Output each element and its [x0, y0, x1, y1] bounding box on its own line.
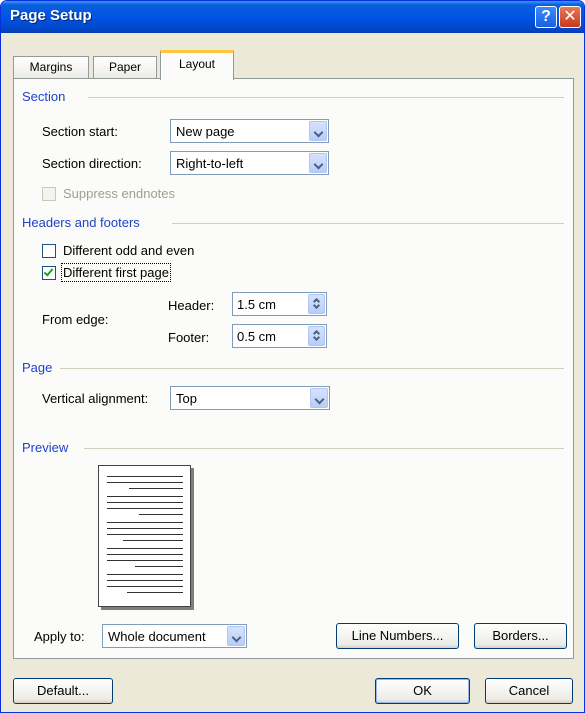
footer-distance-spinner[interactable]: 0.5 cm — [232, 324, 327, 348]
borders-button[interactable]: Borders... — [474, 623, 567, 649]
headers-footers-heading: Headers and footers — [22, 215, 140, 230]
headers-footers-divider — [172, 223, 564, 224]
vertical-alignment-dropdown[interactable]: Top — [170, 386, 330, 410]
tab-paper[interactable]: Paper — [93, 56, 157, 79]
section-start-label: Section start: — [42, 124, 118, 139]
layout-tab-panel: Section Section start: New page Section … — [13, 78, 574, 659]
apply-to-value: Whole document — [108, 629, 206, 644]
page-preview-thumbnail — [98, 465, 191, 607]
suppress-endnotes-label: Suppress endnotes — [63, 186, 176, 201]
apply-to-label: Apply to: — [34, 629, 85, 644]
title-bar[interactable]: Page Setup ? ✕ — [1, 1, 584, 33]
suppress-endnotes-checkbox[interactable] — [42, 187, 56, 201]
cancel-button[interactable]: Cancel — [485, 678, 573, 704]
chevron-down-icon[interactable] — [309, 121, 327, 141]
vertical-alignment-value: Top — [176, 391, 197, 406]
page-setup-dialog: Page Setup ? ✕ Margins Paper Layout Sect… — [0, 0, 585, 713]
from-edge-label: From edge: — [42, 312, 109, 327]
footer-distance-value: 0.5 cm — [237, 329, 277, 344]
chevron-down-icon[interactable] — [309, 153, 327, 173]
footer-label: Footer: — [168, 330, 210, 345]
spinner-arrows-icon[interactable] — [308, 294, 325, 314]
different-first-page-label: Different first page — [61, 263, 171, 282]
different-odd-even-checkbox[interactable] — [42, 244, 56, 258]
preview-heading: Preview — [22, 440, 69, 455]
section-direction-dropdown[interactable]: Right-to-left — [170, 151, 329, 175]
page-heading: Page — [22, 360, 53, 375]
chevron-down-icon[interactable] — [310, 388, 328, 408]
ok-button[interactable]: OK — [375, 678, 470, 704]
vertical-alignment-label: Vertical alignment: — [42, 391, 149, 406]
header-distance-spinner[interactable]: 1.5 cm — [232, 292, 327, 316]
section-heading: Section — [22, 89, 66, 104]
help-button[interactable]: ? — [535, 6, 557, 28]
header-distance-value: 1.5 cm — [237, 297, 277, 312]
close-button[interactable]: ✕ — [559, 6, 581, 28]
tab-layout[interactable]: Layout — [160, 50, 234, 80]
page-divider — [60, 368, 564, 369]
apply-to-dropdown[interactable]: Whole document — [102, 624, 247, 648]
section-start-dropdown[interactable]: New page — [170, 119, 329, 143]
window-title: Page Setup — [10, 7, 92, 24]
section-direction-label: Section direction: — [42, 156, 142, 171]
different-first-page-checkbox[interactable] — [42, 266, 56, 280]
different-odd-even-label: Different odd and even — [63, 243, 195, 258]
section-divider — [88, 97, 564, 98]
tab-margins[interactable]: Margins — [13, 56, 89, 79]
chevron-down-icon[interactable] — [227, 626, 245, 646]
line-numbers-button[interactable]: Line Numbers... — [336, 623, 459, 649]
spinner-arrows-icon[interactable] — [308, 326, 325, 346]
section-start-value: New page — [176, 124, 235, 139]
header-label: Header: — [168, 298, 215, 313]
checkmark-icon — [43, 266, 54, 277]
section-direction-value: Right-to-left — [176, 156, 244, 171]
default-button[interactable]: Default... — [13, 678, 113, 704]
preview-divider — [84, 448, 564, 449]
